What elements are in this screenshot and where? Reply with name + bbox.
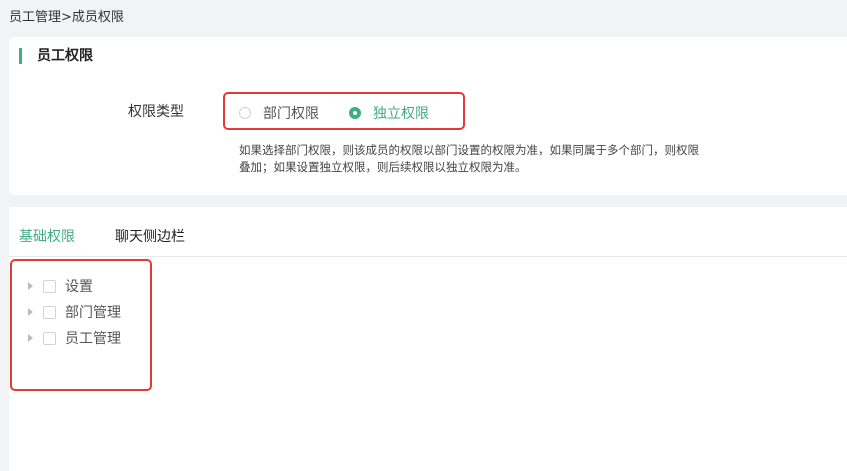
checkbox[interactable] [43, 331, 56, 345]
permission-detail-card: 基础权限 聊天侧边栏 设置 部门管理 员工管理 [9, 207, 847, 471]
checkbox[interactable] [43, 279, 56, 293]
tab-basic-permission[interactable]: 基础权限 [19, 228, 75, 246]
permission-tabs: 基础权限 聊天侧边栏 [9, 207, 847, 257]
tree-item-department-management[interactable]: 部门管理 [28, 303, 121, 321]
radio-department-permission[interactable]: 部门权限 [239, 103, 319, 123]
hint-line: 如果选择部门权限，则该成员的权限以部门设置的权限为准，如果同属于多个部门，则权限 [239, 143, 699, 157]
permission-tree: 设置 部门管理 员工管理 [10, 259, 152, 391]
tree-item-settings[interactable]: 设置 [28, 277, 93, 295]
section-title-text: 员工权限 [37, 48, 93, 64]
tab-chat-sidebar[interactable]: 聊天侧边栏 [115, 228, 185, 246]
breadcrumb[interactable]: 员工管理>成员权限 [9, 9, 124, 27]
radio-label[interactable]: 独立权限 [373, 103, 429, 123]
permission-hint-text: 如果选择部门权限，则该成员的权限以部门设置的权限为准，如果同属于多个部门，则权限… [239, 142, 739, 176]
radio-independent-permission[interactable]: 独立权限 [349, 103, 429, 123]
tree-item-label: 部门管理 [65, 305, 121, 321]
hint-line: 叠加；如果设置独立权限，则后续权限以独立权限为准。 [239, 160, 527, 174]
radio-unchecked-icon[interactable] [239, 107, 251, 119]
radio-checked-icon[interactable] [349, 107, 361, 119]
title-accent-bar [19, 48, 22, 64]
caret-right-icon[interactable] [28, 334, 33, 342]
checkbox[interactable] [43, 305, 56, 319]
tree-item-staff-management[interactable]: 员工管理 [28, 329, 121, 347]
tree-item-label: 员工管理 [65, 331, 121, 347]
section-title: 员工权限 [19, 48, 93, 64]
caret-right-icon[interactable] [28, 308, 33, 316]
radio-label[interactable]: 部门权限 [263, 103, 319, 123]
caret-right-icon[interactable] [28, 282, 33, 290]
tree-item-label: 设置 [65, 279, 93, 295]
permission-type-radio-group: 部门权限 独立权限 [223, 92, 465, 130]
permission-type-label: 权限类型 [128, 104, 184, 120]
permission-type-card: 员工权限 权限类型 部门权限 独立权限 如果选择部门权限，则该成员的权限以部门设… [9, 37, 847, 195]
